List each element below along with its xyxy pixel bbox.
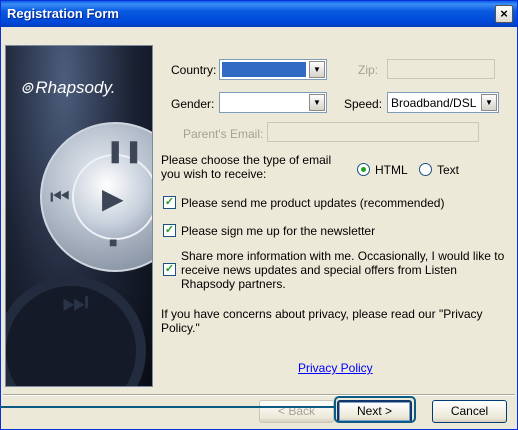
privacy-text: If you have concerns about privacy, plea… <box>161 307 483 335</box>
country-selection-highlight <box>222 62 306 77</box>
gender-select[interactable]: ▼ <box>219 92 327 113</box>
rhapsody-logo: ⊚ Rhapsody. <box>20 78 115 98</box>
share-info-checkbox[interactable]: ✓ <box>163 263 176 276</box>
text-radio-label[interactable]: Text <box>437 163 459 177</box>
pause-icon: ❚❚ <box>106 138 143 163</box>
chevron-down-icon[interactable]: ▼ <box>309 61 325 78</box>
text-radio[interactable] <box>419 163 432 176</box>
stop-icon: ■ <box>109 234 118 250</box>
next-track-icon: ⏭ <box>62 286 89 319</box>
gender-label: Gender: <box>171 97 215 111</box>
newsletter-checkbox[interactable]: ✓ <box>163 224 176 237</box>
cancel-button[interactable]: Cancel <box>432 400 507 423</box>
html-radio-label[interactable]: HTML <box>375 163 408 177</box>
country-select[interactable]: ▼ <box>219 59 327 80</box>
callout-line <box>0 406 336 408</box>
speed-value: Broadband/DSL <box>391 96 477 110</box>
back-button[interactable]: < Back <box>259 400 334 423</box>
chevron-down-icon[interactable]: ▼ <box>481 94 497 111</box>
rhapsody-art-panel: ❚❚ ⏮ ▶ ■ ⏭ ⊚ Rhapsody. <box>5 45 153 387</box>
previous-icon: ⏮ <box>50 184 70 209</box>
chevron-down-icon[interactable]: ▼ <box>309 94 325 111</box>
footer-separator <box>3 394 515 396</box>
product-updates-checkbox[interactable]: ✓ <box>163 196 176 209</box>
html-radio[interactable] <box>357 163 370 176</box>
close-button[interactable]: × <box>495 5 513 23</box>
parents-email-label: Parent's Email: <box>183 127 264 141</box>
email-type-prompt: Please choose the type of email you wish… <box>161 153 332 181</box>
privacy-policy-link[interactable]: Privacy Policy <box>298 361 373 375</box>
share-info-label[interactable]: Share more information with me. Occasion… <box>181 249 505 291</box>
window-title: Registration Form <box>7 6 119 21</box>
title-bar: Registration Form × <box>1 1 517 27</box>
zip-field[interactable] <box>387 59 495 79</box>
zip-label: Zip: <box>358 63 379 77</box>
callout-highlight <box>334 396 416 423</box>
newsletter-label[interactable]: Please sign me up for the newsletter <box>181 224 375 238</box>
rhapsody-logo-text: Rhapsody. <box>35 78 116 97</box>
rhapsody-logo-icon: ⊚ <box>20 80 34 97</box>
country-label: Country: <box>171 63 217 77</box>
speed-select[interactable]: Broadband/DSL ▼ <box>387 92 499 113</box>
play-icon: ▶ <box>102 183 124 214</box>
registration-dialog: Registration Form × ❚❚ ⏮ ▶ ■ ⏭ ⊚ Rhapsody… <box>0 0 518 430</box>
product-updates-label[interactable]: Please send me product updates (recommen… <box>181 196 444 210</box>
parents-email-field[interactable] <box>267 122 479 142</box>
speed-label: Speed: <box>344 97 383 111</box>
